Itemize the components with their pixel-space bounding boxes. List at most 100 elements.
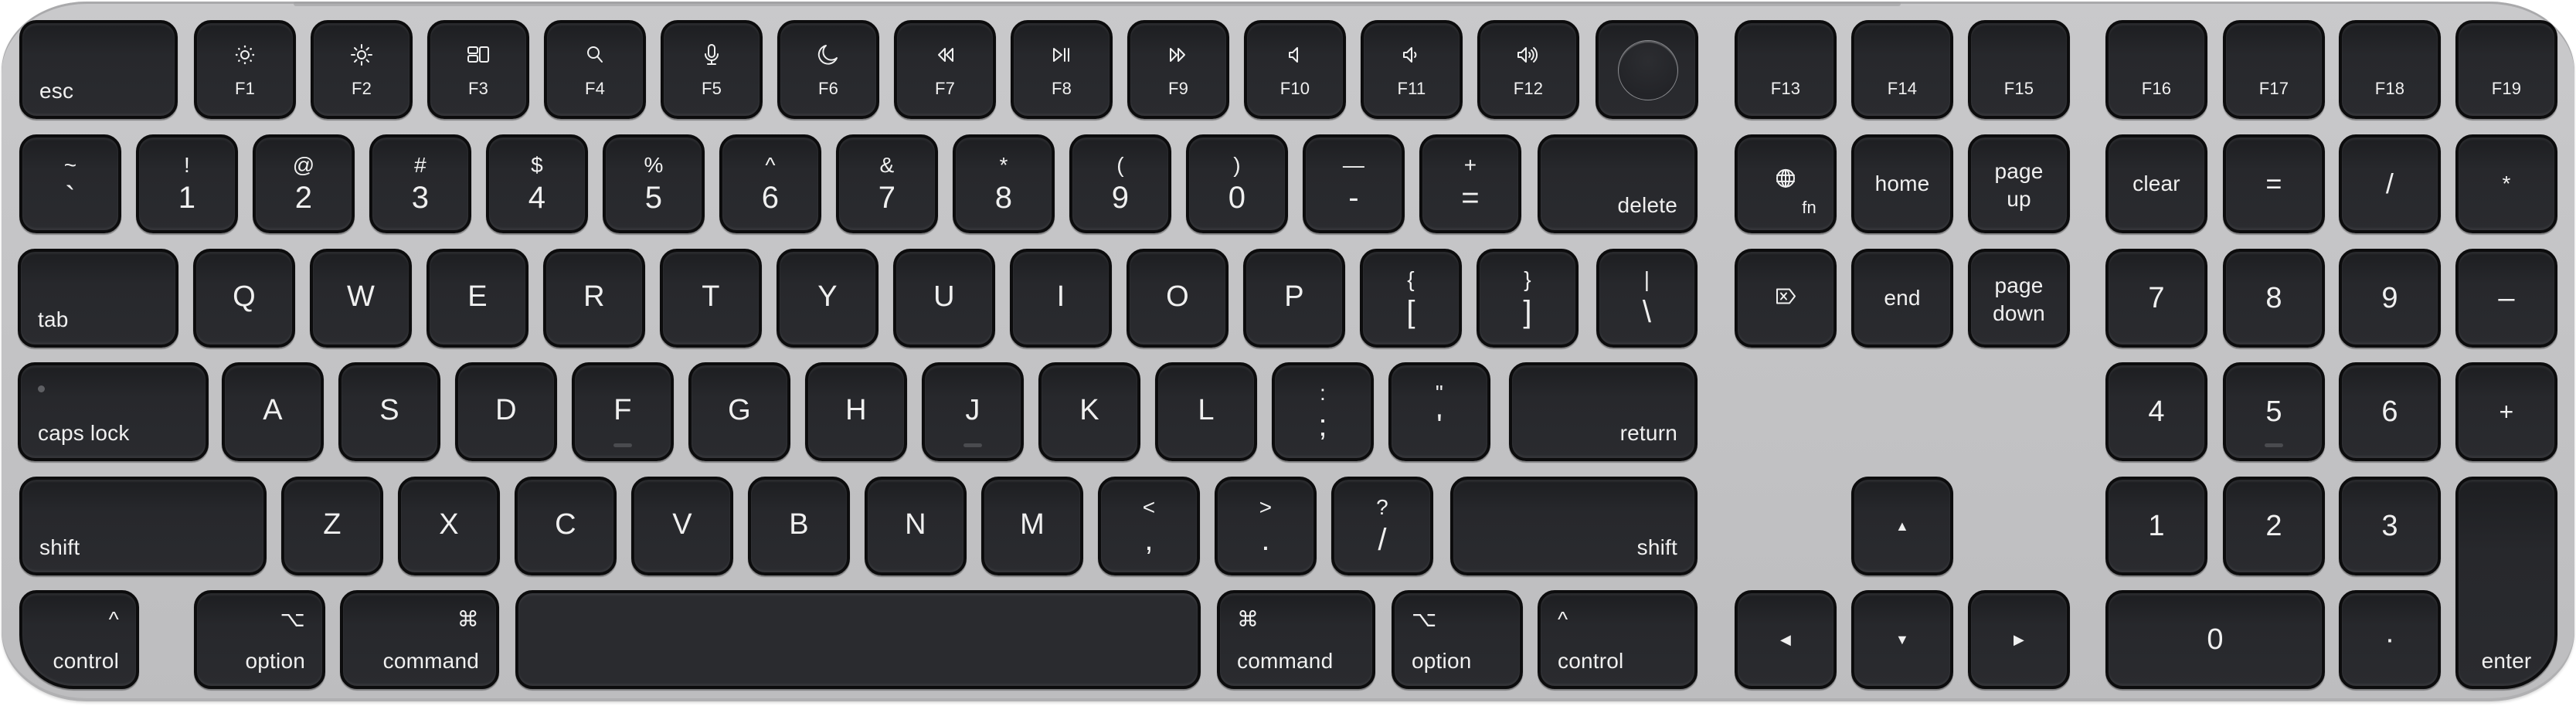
arrow-down-key[interactable]: ▼	[1851, 590, 1953, 689]
key-s[interactable]: S	[338, 362, 440, 461]
numpad-3[interactable]: 3	[2339, 477, 2441, 575]
touch-id-key[interactable]	[1596, 20, 1698, 119]
tab-key[interactable]: tab	[18, 249, 178, 348]
left-control-key[interactable]: ^ control	[19, 590, 139, 689]
left-shift-key[interactable]: shift	[19, 477, 267, 575]
forward-delete-key[interactable]	[1735, 249, 1837, 348]
function-key-f12[interactable]: F12	[1477, 20, 1579, 119]
key-y[interactable]: Y	[777, 249, 878, 348]
numpad-6[interactable]: 6	[2339, 362, 2441, 461]
key-o[interactable]: O	[1127, 249, 1229, 348]
function-key-f18[interactable]: F18	[2339, 20, 2441, 119]
key-k[interactable]: K	[1038, 362, 1140, 461]
function-key-f2[interactable]: F2	[311, 20, 413, 119]
key-z[interactable]: Z	[281, 477, 383, 575]
function-key-f7[interactable]: F7	[894, 20, 996, 119]
key-p[interactable]: P	[1243, 249, 1345, 348]
key-backtick[interactable]: ~ `	[19, 134, 121, 233]
key-w[interactable]: W	[310, 249, 412, 348]
key-backslash[interactable]: | \	[1596, 249, 1698, 348]
key-r[interactable]: R	[543, 249, 645, 348]
key-comma[interactable]: <,	[1098, 477, 1200, 575]
key-number-10[interactable]: ) 0	[1186, 134, 1288, 233]
function-key-f11[interactable]: F11	[1361, 20, 1463, 119]
key-x[interactable]: X	[398, 477, 500, 575]
key-i[interactable]: I	[1010, 249, 1112, 348]
numpad-decimal[interactable]: ·	[2339, 590, 2441, 689]
function-key-f5[interactable]: F5	[661, 20, 763, 119]
end-key[interactable]: end	[1851, 249, 1953, 348]
numpad-multiply[interactable]: *	[2455, 134, 2557, 233]
function-key-f9[interactable]: F9	[1127, 20, 1229, 119]
arrow-left-key[interactable]: ◀	[1735, 590, 1837, 689]
delete-key[interactable]: delete	[1538, 134, 1698, 233]
numpad-9[interactable]: 9	[2339, 249, 2441, 348]
key-number-4[interactable]: $4	[486, 134, 588, 233]
function-key-f3[interactable]: F3	[427, 20, 529, 119]
key-q[interactable]: Q	[193, 249, 295, 348]
right-shift-key[interactable]: shift	[1450, 477, 1698, 575]
numpad-enter[interactable]: enter	[2455, 477, 2557, 689]
numpad-minus[interactable]: –	[2455, 249, 2557, 348]
key-number-7[interactable]: & 7	[836, 134, 938, 233]
key-period[interactable]: >.	[1215, 477, 1317, 575]
key-b[interactable]: B	[748, 477, 850, 575]
arrow-up-key[interactable]: ▲	[1851, 477, 1953, 575]
key-open-bracket[interactable]: {[	[1360, 249, 1462, 348]
function-key-f16[interactable]: F16	[2105, 20, 2207, 119]
key-e[interactable]: E	[427, 249, 528, 348]
function-key-f1[interactable]: F1	[194, 20, 296, 119]
key-d[interactable]: D	[455, 362, 557, 461]
numpad-plus[interactable]: +	[2455, 362, 2557, 461]
key-close-bracket[interactable]: }]	[1477, 249, 1579, 348]
key-slash[interactable]: ? /	[1331, 477, 1433, 575]
key-u[interactable]: U	[893, 249, 995, 348]
key-c[interactable]: C	[515, 477, 617, 575]
key-number-3[interactable]: #3	[369, 134, 471, 233]
key-m[interactable]: M	[981, 477, 1083, 575]
numpad-clear[interactable]: clear	[2105, 134, 2207, 233]
key-n[interactable]: N	[865, 477, 967, 575]
key-j[interactable]: J	[922, 362, 1024, 461]
key-l[interactable]: L	[1155, 362, 1257, 461]
esc-key[interactable]: esc	[19, 20, 178, 119]
function-key-f4[interactable]: F4	[544, 20, 646, 119]
spacebar[interactable]	[515, 590, 1201, 689]
key-a[interactable]: A	[222, 362, 324, 461]
numpad-7[interactable]: 7	[2105, 249, 2207, 348]
home-key[interactable]: home	[1851, 134, 1953, 233]
function-key-f14[interactable]: F14	[1851, 20, 1953, 119]
arrow-right-key[interactable]: ▶	[1968, 590, 2070, 689]
key-quote[interactable]: " '	[1388, 362, 1490, 461]
numpad-5[interactable]: 5	[2223, 362, 2325, 461]
key-t[interactable]: T	[660, 249, 762, 348]
page-down-key[interactable]: page down	[1968, 249, 2070, 348]
key-number-5[interactable]: % 5	[603, 134, 705, 233]
function-key-f13[interactable]: F13	[1735, 20, 1837, 119]
key-number-8[interactable]: * 8	[953, 134, 1055, 233]
function-key-f15[interactable]: F15	[1968, 20, 2070, 119]
key-number-6[interactable]: ^ 6	[719, 134, 821, 233]
fn-globe-key[interactable]: fn	[1735, 134, 1837, 233]
key-number-2[interactable]: @2	[253, 134, 355, 233]
key-number-11[interactable]: — -	[1303, 134, 1405, 233]
numpad-2[interactable]: 2	[2223, 477, 2325, 575]
numpad-8[interactable]: 8	[2223, 249, 2325, 348]
key-number-1[interactable]: ! 1	[136, 134, 238, 233]
caps-lock-key[interactable]: caps lock	[18, 362, 209, 461]
right-control-key[interactable]: ^ control	[1538, 590, 1698, 689]
page-up-key[interactable]: page up	[1968, 134, 2070, 233]
function-key-f10[interactable]: F10	[1244, 20, 1346, 119]
numpad-divide[interactable]: /	[2339, 134, 2441, 233]
right-option-key[interactable]: ⌥ option	[1392, 590, 1523, 689]
function-key-f17[interactable]: F17	[2223, 20, 2325, 119]
key-h[interactable]: H	[805, 362, 907, 461]
numpad-1[interactable]: 1	[2105, 477, 2207, 575]
numpad-0[interactable]: 0	[2105, 590, 2325, 689]
function-key-f8[interactable]: F8	[1011, 20, 1113, 119]
key-g[interactable]: G	[688, 362, 790, 461]
left-command-key[interactable]: ⌘ command	[340, 590, 499, 689]
return-key[interactable]: return	[1509, 362, 1698, 461]
function-key-f6[interactable]: F6	[777, 20, 879, 119]
left-option-key[interactable]: ⌥ option	[194, 590, 325, 689]
